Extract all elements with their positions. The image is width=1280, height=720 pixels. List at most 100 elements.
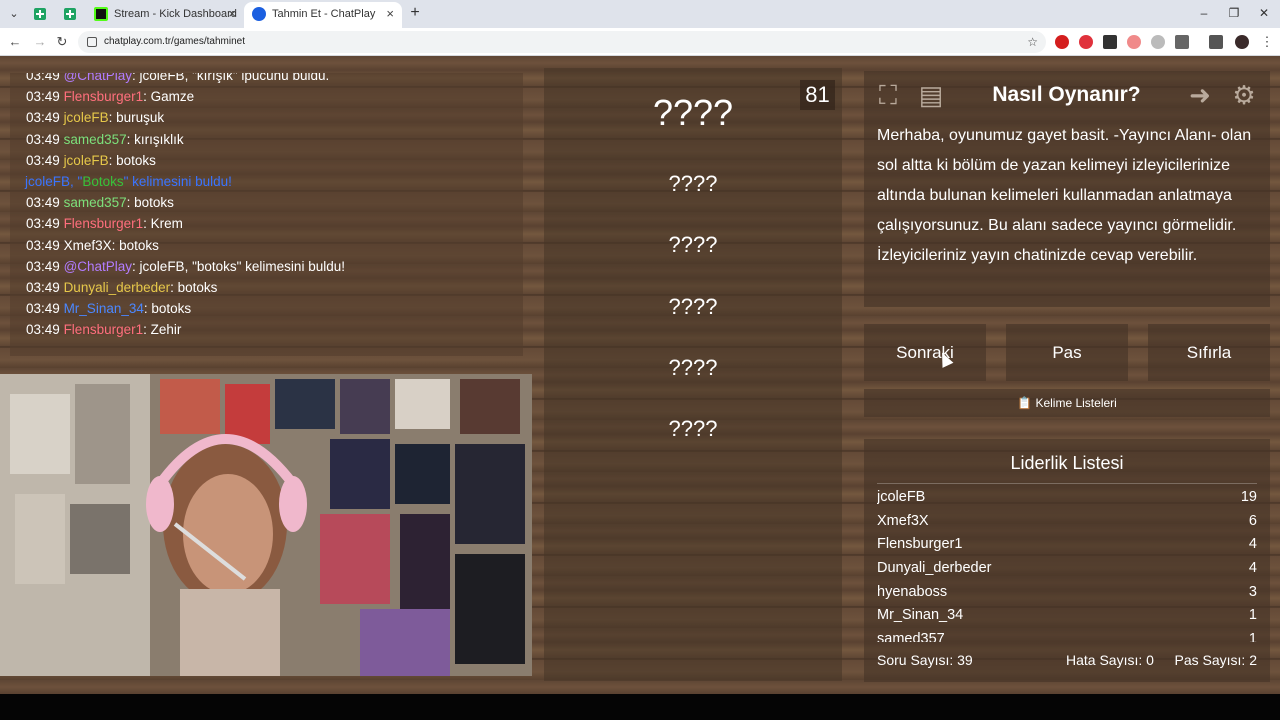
leaderboard-list[interactable]: jcoleFB 19 Xmef3X 6 Flensburger1 4 Dunyali_der… bbox=[877, 486, 1257, 642]
chat-username[interactable]: jcoleFB bbox=[64, 110, 109, 125]
close-icon[interactable]: × bbox=[228, 2, 236, 26]
tab-kick-dashboard[interactable]: Stream - Kick Dashboard × bbox=[86, 2, 244, 28]
url-field[interactable]: chatplay.com.tr/games/tahminet ☆ bbox=[78, 31, 1046, 53]
close-window-icon[interactable]: ✕ bbox=[1254, 4, 1274, 22]
leaderboard-row: jcoleFB 19 bbox=[877, 486, 1257, 510]
bookmark-star-icon[interactable]: ☆ bbox=[1027, 31, 1038, 53]
found-word: Botoks bbox=[82, 174, 124, 189]
player-score: 6 bbox=[1248, 512, 1257, 529]
player-score: 1 bbox=[1248, 631, 1257, 642]
extension-icon[interactable] bbox=[1127, 35, 1141, 49]
chat-username[interactable]: Flensburger1 bbox=[64, 216, 144, 231]
exit-icon[interactable]: ➜ bbox=[1183, 78, 1217, 112]
next-button[interactable]: Sonraki bbox=[864, 324, 986, 381]
chat-message: 03:49 jcoleFB: buruşuk bbox=[26, 110, 164, 125]
chat-text: : Krem bbox=[143, 216, 183, 232]
minimize-icon[interactable]: – bbox=[1194, 4, 1214, 22]
divider bbox=[877, 483, 1257, 484]
chat-username[interactable]: Xmef3X bbox=[64, 238, 112, 253]
chat-message: 03:49 Dunyali_derbeder: botoks bbox=[26, 280, 217, 295]
tab-label: Tahmin Et - ChatPlay bbox=[272, 8, 376, 20]
puzzle-icon[interactable] bbox=[1175, 35, 1189, 49]
chat-text: : botoks bbox=[143, 301, 192, 317]
fullscreen-icon[interactable]: ⛶ bbox=[871, 78, 905, 112]
chat-username[interactable]: @ChatPlay bbox=[64, 73, 132, 83]
player-name: jcoleFB bbox=[877, 489, 926, 505]
reset-button[interactable]: Sıfırla bbox=[1148, 324, 1270, 381]
tab-search-icon[interactable]: ⌄ bbox=[6, 6, 22, 22]
new-tab-icon[interactable]: + bbox=[406, 4, 424, 22]
chat-message: 03:49 Flensburger1: Gamze bbox=[26, 89, 194, 104]
extension-icon[interactable] bbox=[1103, 35, 1117, 49]
chat-time: 03:49 bbox=[26, 131, 60, 147]
chat-text: : botoks bbox=[170, 280, 218, 295]
taboo-word: ???? bbox=[668, 232, 718, 257]
reload-icon[interactable]: ↻ bbox=[53, 33, 71, 51]
taboo-word: ???? bbox=[668, 416, 718, 441]
restore-icon[interactable]: ❐ bbox=[1224, 4, 1244, 22]
chat-text: : Gamze bbox=[143, 89, 195, 105]
chat-message: 03:49 Flensburger1: Zehir bbox=[26, 322, 181, 337]
leaderboard-row: Xmef3X 6 bbox=[877, 510, 1257, 534]
main-word: ???? bbox=[652, 92, 734, 133]
player-name: hyenaboss bbox=[877, 583, 948, 600]
system-text: jcoleFB, " bbox=[25, 174, 83, 189]
chat-time: 03:49 bbox=[26, 110, 60, 126]
chat-time: 03:49 bbox=[26, 237, 60, 253]
webcam-image bbox=[0, 374, 532, 676]
chat-time: 03:49 bbox=[26, 216, 60, 232]
chat-message: 03:49 @ChatPlay: jcoleFB, "kırışık" ipuc… bbox=[26, 73, 329, 83]
address-toolbar: ← → ↻ chatplay.com.tr/games/tahminet ☆ ⋮ bbox=[0, 28, 1280, 56]
shield-extension-icon[interactable] bbox=[1151, 35, 1165, 49]
sheets-icon bbox=[34, 8, 46, 20]
pinned-tab-sheets-2[interactable] bbox=[61, 5, 79, 23]
chat-time: 03:49 bbox=[26, 195, 60, 211]
kick-icon bbox=[94, 7, 108, 21]
forward-icon[interactable]: → bbox=[31, 33, 49, 51]
site-info-icon[interactable] bbox=[87, 37, 97, 47]
gear-icon[interactable]: ⚙ bbox=[1227, 78, 1261, 112]
chat-text: : botoks bbox=[111, 237, 159, 253]
back-icon[interactable]: ← bbox=[6, 33, 24, 51]
clipboard-icon: 📋 bbox=[1017, 396, 1033, 410]
leaderboard-row: Flensburger1 4 bbox=[877, 533, 1257, 557]
leaderboard-title: Liderlik Listesi bbox=[1010, 453, 1124, 473]
chat-message: 03:49 samed357: botoks bbox=[26, 195, 174, 210]
bottom-bar bbox=[0, 694, 1280, 720]
chat-message: 03:49 samed357: kırışıklık bbox=[26, 132, 184, 147]
taboo-word: ???? bbox=[668, 171, 718, 196]
taboo-word: ???? bbox=[668, 355, 718, 380]
chat-time: 03:49 bbox=[26, 258, 60, 274]
taboo-word: ???? bbox=[668, 294, 718, 319]
chat-username[interactable]: jcoleFB bbox=[64, 153, 109, 168]
chat-time: 03:49 bbox=[26, 322, 60, 338]
tab-strip: ⌄ Stream - Kick Dashboard × Tahmin Et - … bbox=[0, 0, 1280, 28]
chat-username[interactable]: Mr_Sinan_34 bbox=[64, 301, 144, 316]
chat-username[interactable]: Flensburger1 bbox=[64, 89, 144, 104]
avatar[interactable] bbox=[1235, 35, 1249, 49]
word-lists-button[interactable]: 📋 Kelime Listeleri bbox=[864, 389, 1270, 417]
chat-text: : botoks bbox=[126, 195, 174, 211]
chat-username[interactable]: Dunyali_derbeder bbox=[64, 280, 171, 295]
chat-username[interactable]: samed357 bbox=[64, 195, 127, 210]
menu-dots-icon[interactable]: ⋮ bbox=[1258, 33, 1276, 51]
chat-text: : kırışıklık bbox=[126, 131, 184, 147]
tab-label: Stream - Kick Dashboard bbox=[114, 8, 237, 20]
pinned-tab-sheets-1[interactable] bbox=[31, 5, 49, 23]
opera-extension-icon[interactable] bbox=[1055, 35, 1069, 49]
player-name: Dunyali_derbeder bbox=[877, 560, 992, 577]
document-icon[interactable]: ▤ bbox=[914, 78, 948, 112]
chat-username[interactable]: Flensburger1 bbox=[64, 322, 144, 337]
chat-username[interactable]: samed357 bbox=[64, 132, 127, 147]
player-score: 1 bbox=[1248, 607, 1257, 624]
reading-list-icon[interactable] bbox=[1209, 35, 1223, 49]
tab-chatplay[interactable]: Tahmin Et - ChatPlay × bbox=[244, 2, 402, 28]
chat-message: jcoleFB, "Botoks" kelimesini buldu! bbox=[25, 174, 232, 189]
close-icon[interactable]: × bbox=[386, 2, 394, 26]
pass-button[interactable]: Pas bbox=[1006, 324, 1128, 381]
chat-username[interactable]: @ChatPlay bbox=[64, 259, 132, 274]
player-score: 19 bbox=[1240, 489, 1257, 505]
extension-icon[interactable] bbox=[1079, 35, 1093, 49]
chat-message: 03:49 Flensburger1: Krem bbox=[26, 216, 183, 231]
leaderboard-row: Mr_Sinan_34 1 bbox=[877, 604, 1257, 628]
